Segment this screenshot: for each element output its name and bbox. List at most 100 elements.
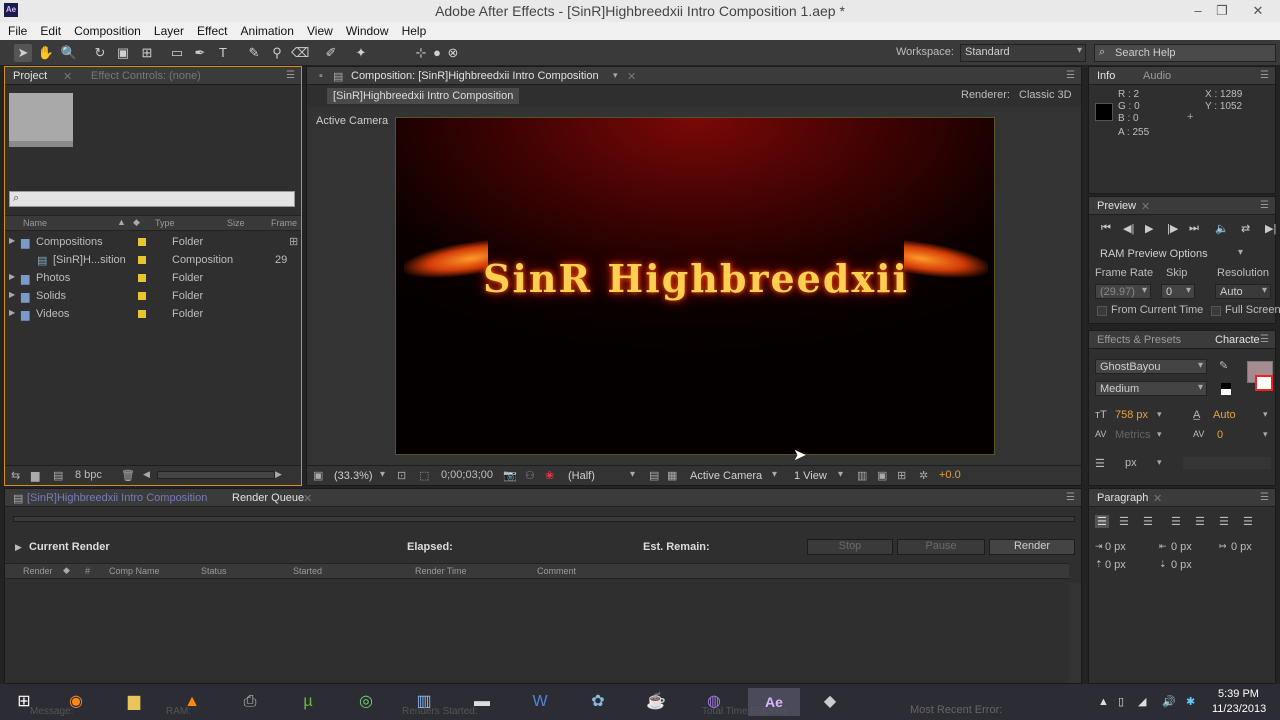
col-size[interactable]: Size — [227, 218, 245, 228]
volume-icon[interactable]: 🔊 — [1162, 695, 1176, 708]
menu-view[interactable]: View — [299, 22, 333, 38]
tab-paragraph[interactable]: Paragraph — [1097, 492, 1148, 504]
tab-project[interactable]: Project — [13, 70, 47, 82]
font-size-value[interactable]: 758 px — [1115, 409, 1148, 421]
frame-rate-select[interactable]: (29.97) — [1095, 284, 1151, 299]
tab-close-icon[interactable]: ✕ — [627, 70, 636, 83]
file-explorer-icon[interactable]: ▆ — [114, 688, 154, 716]
panel-menu-icon[interactable]: ☰ — [1066, 492, 1075, 503]
reset-exposure-icon[interactable]: ✲ — [919, 469, 928, 482]
ram-preview-icon[interactable]: ▶| — [1265, 222, 1276, 235]
transparency-grid-icon[interactable]: ▦ — [667, 469, 677, 482]
col-number[interactable]: # — [85, 566, 90, 576]
panel-menu-icon[interactable]: ☰ — [1066, 70, 1075, 81]
list-item[interactable]: ▤ [SinR]H...sition Composition 29 — [5, 251, 301, 269]
ram-preview-options-select[interactable]: RAM Preview Options — [1095, 246, 1247, 262]
close-icon[interactable]: ✕ — [1244, 1, 1272, 21]
full-screen-checkbox[interactable] — [1211, 306, 1221, 316]
col-name[interactable]: Name — [23, 218, 47, 228]
space-after-value[interactable]: 0 px — [1171, 559, 1192, 571]
clock-date[interactable]: 11/23/2013 — [1212, 703, 1266, 715]
color-channels-icon[interactable]: ❀ — [545, 469, 554, 482]
coffee-icon[interactable]: ☕ — [636, 688, 676, 716]
leading-value[interactable]: Auto — [1213, 409, 1236, 421]
label-color-swatch[interactable] — [138, 256, 146, 264]
tab-effects-presets[interactable]: Effects & Presets — [1097, 334, 1181, 346]
camera-select[interactable]: Active Camera — [685, 468, 781, 483]
pan-behind-tool-icon[interactable]: ⊞ — [138, 44, 156, 62]
loop-icon[interactable]: ⇄ — [1241, 222, 1250, 235]
mute-audio-icon[interactable]: 🔈 — [1215, 222, 1229, 235]
new-composition-icon[interactable]: ▤ — [53, 469, 63, 482]
col-render-time[interactable]: Render Time — [415, 566, 467, 576]
scroll-left-icon[interactable]: ◀ — [143, 469, 150, 480]
tab-render-queue[interactable]: Render Queue — [232, 492, 304, 504]
expand-arrow-icon[interactable]: ▶ — [9, 290, 15, 299]
exposure-value[interactable]: +0.0 — [939, 469, 961, 481]
tray-arrow-icon[interactable]: ▲ — [1098, 696, 1109, 708]
timeline-icon[interactable]: ▣ — [877, 469, 887, 482]
timecode[interactable]: 0;00;03;00 — [441, 469, 493, 481]
col-frame[interactable]: Frame — [271, 218, 297, 228]
lock-icon[interactable]: ▪ — [319, 70, 323, 82]
stroke-color-swatch[interactable] — [1255, 375, 1273, 391]
word-icon[interactable]: W — [520, 688, 560, 716]
puppet-tool-icon[interactable]: ✦ — [352, 44, 370, 62]
tab-effect-controls[interactable]: Effect Controls: (none) — [91, 70, 201, 82]
camera-tool-icon[interactable]: ▣ — [114, 44, 132, 62]
workspace-select[interactable]: Standard — [960, 44, 1086, 62]
previous-frame-icon[interactable]: ◀| — [1123, 222, 1134, 235]
col-render[interactable]: Render — [23, 566, 53, 576]
stroke-style-select[interactable] — [1183, 457, 1271, 469]
panel-menu-icon[interactable]: ☰ — [1260, 70, 1269, 81]
rectangle-tool-icon[interactable]: ▭ — [168, 44, 186, 62]
menu-window[interactable]: Window — [338, 22, 389, 38]
list-item[interactable]: ▶ ▆ Compositions Folder ⊞ — [5, 233, 301, 251]
menu-edit[interactable]: Edit — [32, 22, 61, 38]
toggle-pixel-aspect-icon[interactable]: ▥ — [857, 469, 867, 482]
menu-composition[interactable]: Composition — [66, 22, 141, 38]
tab-timeline[interactable]: [SinR]Highbreedxii Intro Composition — [27, 492, 207, 504]
white-swatch[interactable] — [1221, 389, 1231, 395]
fast-previews-icon[interactable]: ▤ — [649, 469, 659, 482]
font-family-select[interactable]: GhostBayou — [1095, 359, 1207, 374]
tracking-value[interactable]: 0 — [1217, 429, 1223, 441]
bluetooth-icon[interactable]: ✱ — [1186, 695, 1195, 708]
eraser-tool-icon[interactable]: ⌫ — [291, 44, 309, 62]
first-frame-icon[interactable]: ⏮ — [1101, 222, 1111, 235]
play-icon[interactable]: ▶ — [1145, 222, 1153, 235]
justify-left-icon[interactable]: ☰ — [1171, 515, 1181, 528]
tab-info[interactable]: Info — [1097, 70, 1115, 82]
indent-right-value[interactable]: 0 px — [1171, 541, 1192, 553]
clock-time[interactable]: 5:39 PM — [1218, 688, 1259, 700]
stroke-width-unit[interactable]: px — [1125, 457, 1137, 469]
last-frame-icon[interactable]: ⏭ — [1189, 222, 1199, 235]
tray-device-icon[interactable]: ▯ — [1118, 695, 1124, 708]
new-folder-icon[interactable]: ▆ — [31, 469, 39, 482]
tab-character[interactable]: Characte — [1215, 334, 1260, 346]
label-color-swatch[interactable] — [138, 274, 146, 282]
show-snapshot-icon[interactable]: ⚇ — [525, 469, 535, 482]
hand-tool-icon[interactable]: ✋ — [37, 44, 55, 62]
roto-brush-tool-icon[interactable]: ✐ — [322, 44, 340, 62]
pen-tool-icon[interactable]: ✒ — [191, 44, 209, 62]
menu-help[interactable]: Help — [394, 22, 427, 38]
rotate-tool-icon[interactable]: ↻ — [91, 44, 109, 62]
indent-left-value[interactable]: 0 px — [1105, 541, 1126, 553]
label-color-swatch[interactable] — [138, 238, 146, 246]
expand-arrow-icon[interactable]: ▶ — [9, 308, 15, 317]
maximize-icon[interactable]: ❐ — [1208, 1, 1236, 21]
printer-icon[interactable]: ⎙ — [230, 688, 270, 716]
justify-center-icon[interactable]: ☰ — [1195, 515, 1205, 528]
align-left-icon[interactable]: ☰ — [1095, 515, 1109, 528]
panel-menu-icon[interactable]: ☰ — [1260, 334, 1269, 345]
paint-icon[interactable]: ✿ — [578, 688, 618, 716]
tab-close-icon[interactable]: ✕ — [303, 492, 312, 505]
tab-preview[interactable]: Preview — [1097, 200, 1136, 212]
chevron-down-icon[interactable]: ▾ — [1263, 429, 1268, 440]
zoom-tool-icon[interactable]: 🔍 — [60, 44, 78, 62]
label-color-swatch[interactable] — [138, 310, 146, 318]
render-button[interactable]: Render — [989, 539, 1075, 555]
justify-right-icon[interactable]: ☰ — [1219, 515, 1229, 528]
menu-animation[interactable]: Animation — [233, 22, 294, 38]
